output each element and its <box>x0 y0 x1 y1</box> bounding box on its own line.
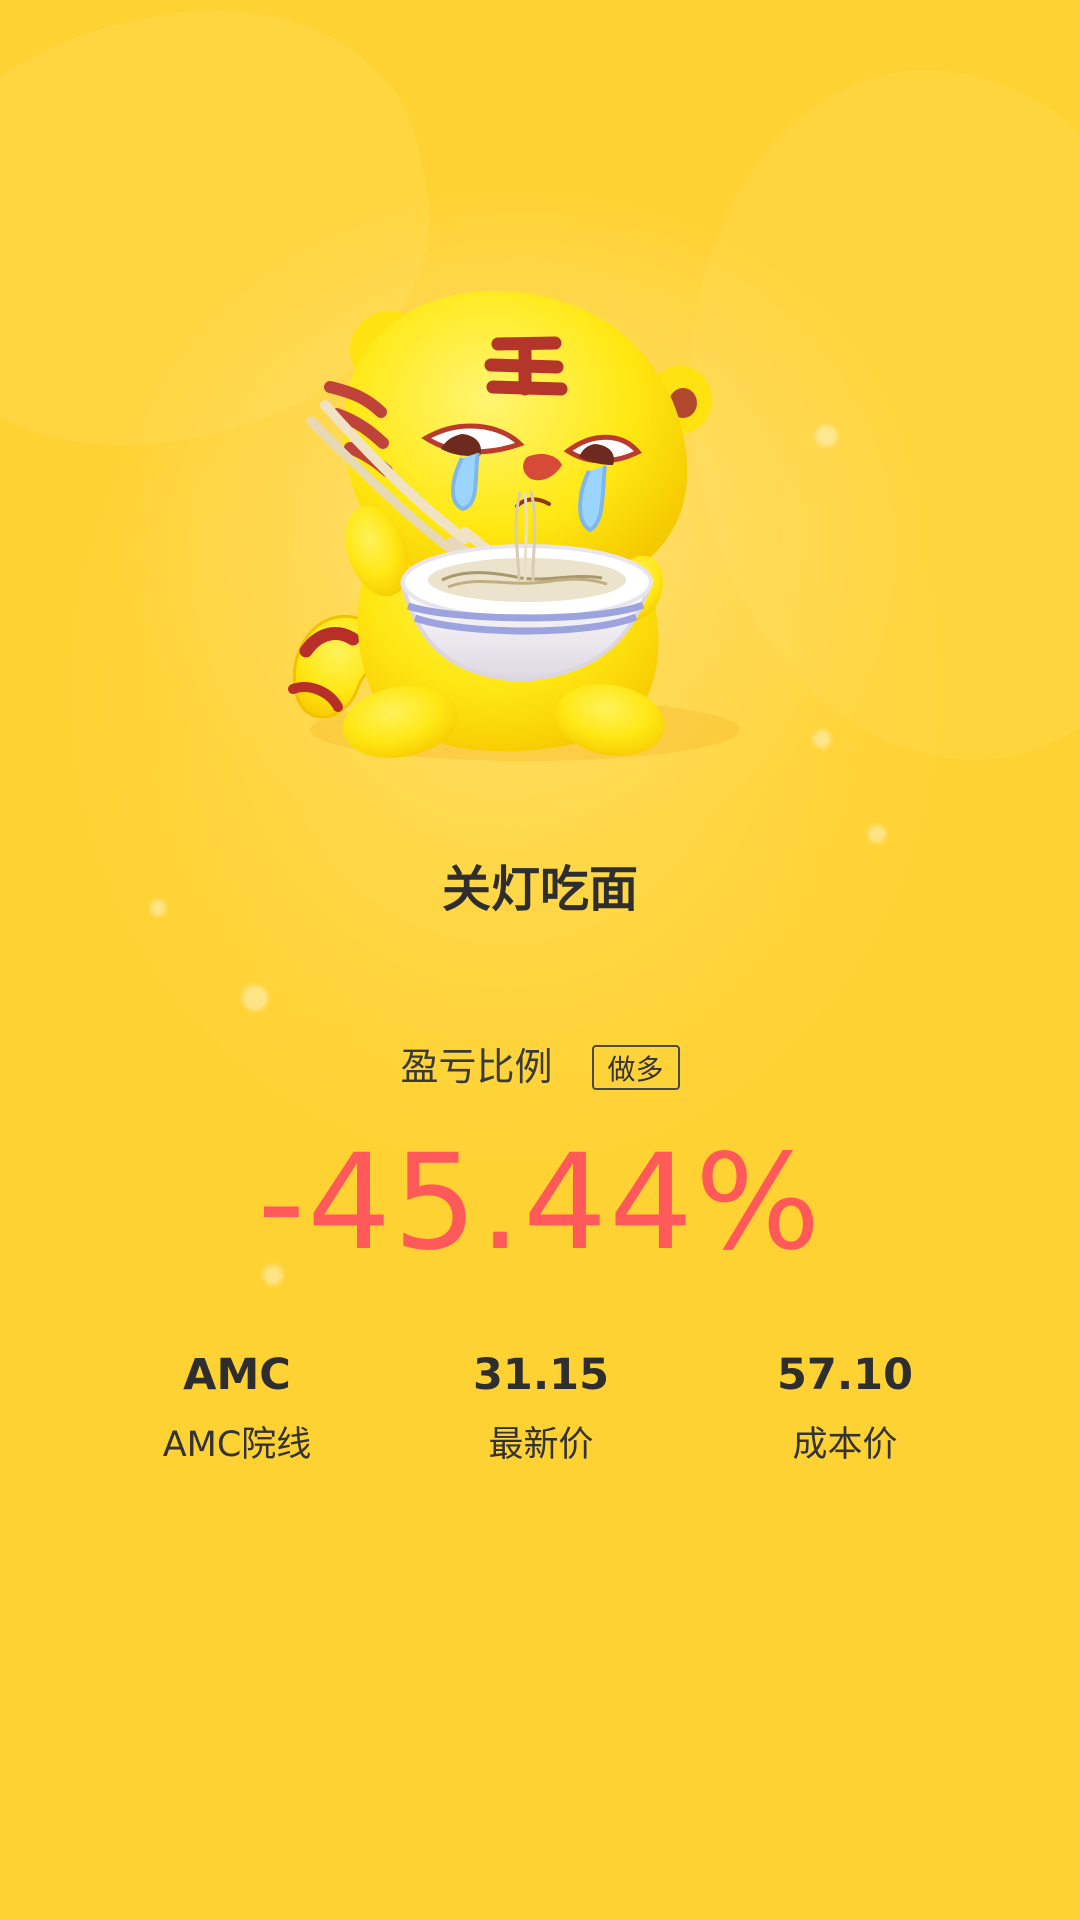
stat-cost-price: 57.10 成本价 <box>715 1348 975 1467</box>
stat-latest-price: 31.15 最新价 <box>411 1348 671 1467</box>
stat-symbol: AMC AMC院线 <box>107 1348 367 1467</box>
profit-loss-ratio-label: 盈亏比例 <box>400 1045 553 1089</box>
cost-price-value: 57.10 <box>776 1350 913 1400</box>
sparkle-dot <box>815 425 837 447</box>
pnl-share-card: 关灯吃面 盈亏比例 做多 -45.44% AMC AMC院线 31.15 最新价… <box>0 0 1080 1920</box>
crying-tiger-eating-noodles-icon <box>288 290 740 761</box>
latest-price-value: 31.15 <box>472 1350 609 1400</box>
page-title: 关灯吃面 <box>441 861 638 918</box>
sparkle-dot <box>868 825 886 843</box>
profit-loss-ratio-value: -45.44% <box>257 1126 823 1280</box>
position-direction-badge: 做多 <box>591 1044 680 1090</box>
cost-price-label: 成本价 <box>792 1425 898 1465</box>
sparkle-dot <box>242 985 268 1011</box>
symbol-value: AMC <box>183 1350 291 1400</box>
symbol-label: AMC院线 <box>162 1425 312 1465</box>
latest-price-label: 最新价 <box>488 1425 594 1465</box>
sparkle-dot <box>813 730 831 748</box>
profit-loss-ratio-header: 盈亏比例 做多 <box>0 1039 1080 1095</box>
